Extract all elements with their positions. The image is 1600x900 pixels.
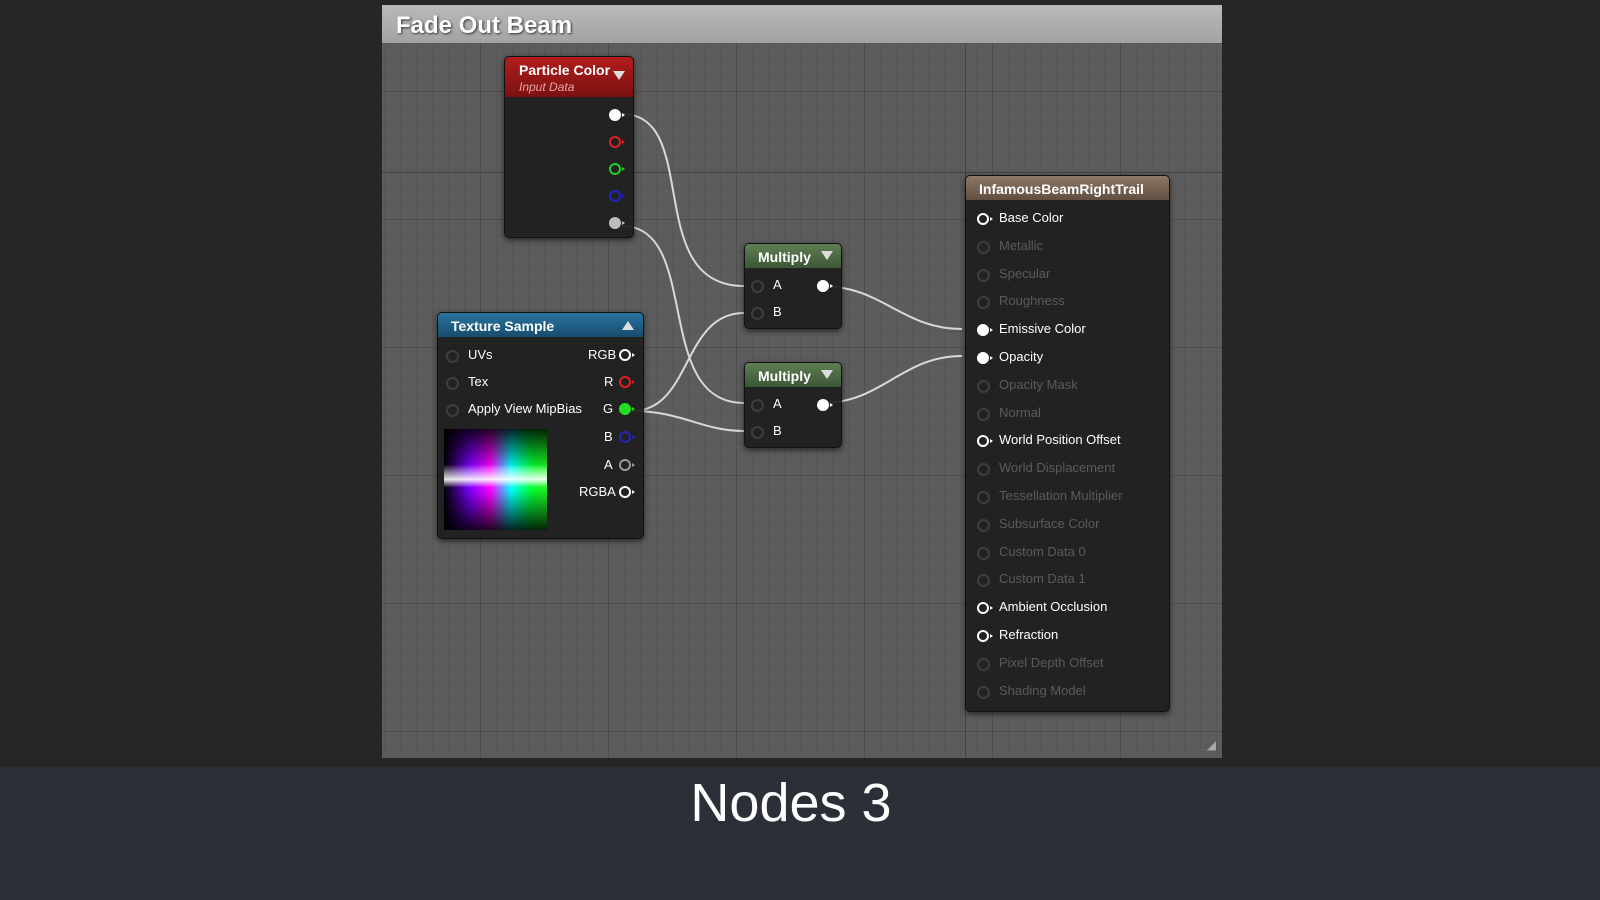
input-pin-b[interactable] (751, 307, 764, 320)
output-pin[interactable] (817, 399, 833, 411)
material-input-label: World Position Offset (999, 432, 1121, 447)
collapse-arrow-icon[interactable] (622, 321, 634, 330)
wire-texture-g-to-multiply1-b (631, 312, 745, 412)
material-input-label: Subsurface Color (999, 516, 1100, 531)
output-pin-rgba[interactable] (619, 486, 635, 498)
wire-particle-color-to-multiply1-a (621, 113, 745, 287)
material-input-pin[interactable] (977, 630, 993, 642)
material-graph-canvas[interactable]: Fade Out Beam Particle Color Input Data … (382, 5, 1222, 758)
input-label-tex: Tex (468, 374, 489, 389)
output-label-b: B (604, 429, 613, 444)
output-pin-a[interactable] (619, 459, 635, 471)
material-input-label: Roughness (999, 293, 1065, 308)
material-input-label: Ambient Occlusion (999, 599, 1108, 614)
node-title: Multiply (758, 368, 811, 384)
input-pin-tex[interactable] (446, 377, 459, 390)
material-input-label: Base Color (999, 210, 1064, 225)
wire-texture-g-to-multiply2-b (631, 410, 745, 432)
material-input-pin[interactable] (977, 658, 990, 671)
input-pin-a[interactable] (751, 399, 764, 412)
material-input-pin[interactable] (977, 408, 990, 421)
input-pin-uvs[interactable] (446, 350, 459, 363)
collapse-arrow-icon[interactable] (821, 251, 833, 260)
material-input-pin[interactable] (977, 352, 993, 364)
output-pin-r[interactable] (619, 376, 635, 388)
material-input-pin[interactable] (977, 491, 990, 504)
output-pin-green[interactable] (609, 163, 625, 175)
output-pin[interactable] (817, 280, 833, 292)
material-input-label: Custom Data 1 (999, 571, 1086, 586)
material-input-label: Emissive Color (999, 321, 1086, 336)
material-result-node[interactable]: InfamousBeamRightTrail Base Color Metalli… (965, 175, 1170, 712)
material-input-label: Shading Model (999, 683, 1086, 698)
input-pin-mipbias[interactable] (446, 404, 459, 417)
input-label-uvs: UVs (468, 347, 493, 362)
material-input-pin[interactable] (977, 435, 993, 447)
material-input-pin[interactable] (977, 574, 990, 587)
material-input-label: Specular (999, 266, 1051, 281)
material-input-label: Tessellation Multiplier (999, 488, 1123, 503)
output-label-r: R (604, 374, 614, 389)
output-pin-b[interactable] (619, 431, 635, 443)
multiply-node-2[interactable]: Multiply A B (744, 362, 842, 448)
multiply-header: Multiply (745, 363, 841, 387)
output-label-a: A (604, 457, 613, 472)
material-input-pin[interactable] (977, 519, 990, 532)
collapse-arrow-icon[interactable] (821, 370, 833, 379)
material-header: InfamousBeamRightTrail (966, 176, 1169, 200)
material-input-pin[interactable] (977, 602, 993, 614)
output-label-rgb: RGB (588, 347, 617, 362)
material-input-pin[interactable] (977, 324, 993, 336)
node-subtitle: Input Data (519, 80, 575, 94)
input-pin-b[interactable] (751, 426, 764, 439)
output-pin-blue[interactable] (609, 190, 625, 202)
material-input-pin[interactable] (977, 686, 990, 699)
texture-sample-header: Texture Sample (438, 313, 643, 337)
material-input-pin[interactable] (977, 213, 993, 225)
material-input-label: Opacity Mask (999, 377, 1078, 392)
material-input-pin[interactable] (977, 296, 990, 309)
output-pin-red[interactable] (609, 136, 625, 148)
material-input-label: Metallic (999, 238, 1044, 253)
slide-caption: Nodes 3 (690, 773, 892, 833)
material-input-pin[interactable] (977, 241, 990, 254)
node-title: Particle Color (519, 62, 611, 78)
material-input-label: Opacity (999, 349, 1044, 364)
input-label-a: A (773, 396, 782, 411)
input-label-mipbias: Apply View MipBias (468, 401, 582, 416)
node-title: Multiply (758, 249, 811, 265)
node-title: Texture Sample (451, 318, 555, 334)
material-input-label: World Displacement (999, 460, 1116, 475)
output-pin-rgb[interactable] (619, 349, 635, 361)
input-pin-a[interactable] (751, 280, 764, 293)
output-label-g: G (603, 401, 614, 416)
material-input-label: Normal (999, 405, 1041, 420)
texture-preview-thumbnail (444, 429, 547, 530)
material-input-pin[interactable] (977, 380, 990, 393)
output-label-rgba: RGBA (579, 484, 616, 499)
material-input-label: Refraction (999, 627, 1059, 642)
material-input-pin[interactable] (977, 547, 990, 560)
node-title: InfamousBeamRightTrail (979, 181, 1144, 197)
resize-grip-icon[interactable]: ◢ (1202, 738, 1216, 752)
material-input-label: Custom Data 0 (999, 544, 1086, 559)
multiply-node-1[interactable]: Multiply A B (744, 243, 842, 329)
input-label-b: B (773, 423, 782, 438)
particle-color-node[interactable]: Particle Color Input Data (504, 56, 634, 238)
material-input-pin[interactable] (977, 269, 990, 282)
input-label-a: A (773, 277, 782, 292)
output-pin-alpha[interactable] (609, 217, 625, 229)
texture-sample-node[interactable]: Texture Sample UVs Tex Apply View MipBia… (437, 312, 644, 539)
wire-multiply2-to-opacity (821, 355, 963, 404)
collapse-arrow-icon[interactable] (613, 71, 625, 80)
material-input-label: Pixel Depth Offset (999, 655, 1104, 670)
multiply-header: Multiply (745, 244, 841, 268)
input-label-b: B (773, 304, 782, 319)
wire-multiply1-to-emissive (821, 285, 963, 330)
particle-color-header: Particle Color Input Data (505, 57, 633, 97)
material-input-pin[interactable] (977, 463, 990, 476)
output-pin-g[interactable] (619, 403, 635, 415)
output-pin-rgb[interactable] (609, 109, 625, 121)
